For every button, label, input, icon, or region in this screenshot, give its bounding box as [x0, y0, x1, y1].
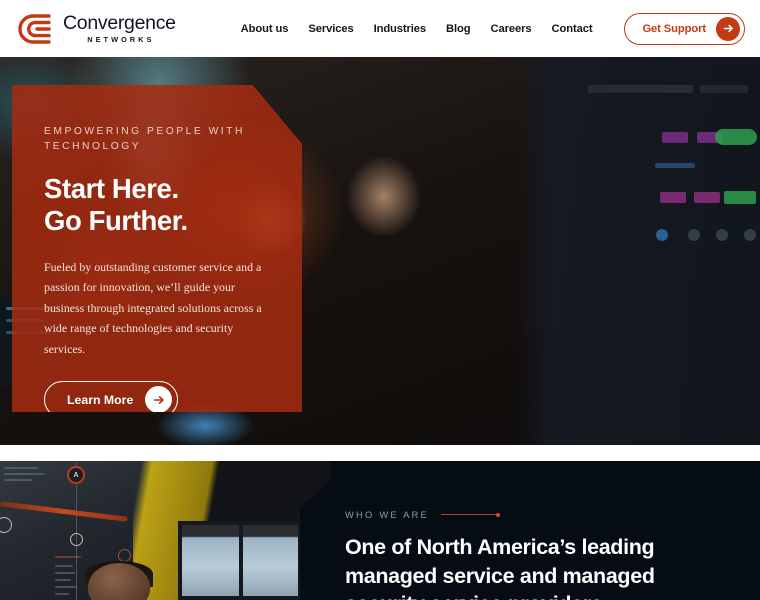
who-we-are-content: WHO WE ARE One of North America’s leadin…	[345, 509, 735, 600]
hero-title: Start Here. Go Further.	[44, 173, 270, 238]
primary-nav: About us Services Industries Blog Career…	[241, 12, 745, 45]
brand-subtitle: NETWORKS	[87, 35, 155, 45]
who-we-are-section: A WHO WE ARE One of North America’s lead…	[0, 461, 760, 600]
hero-section: EMPOWERING PEOPLE WITH TECHNOLOGY Start …	[0, 57, 760, 445]
brand-logo[interactable]: Convergence NETWORKS	[18, 12, 176, 46]
who-title-line-3: security service providers.	[345, 592, 608, 600]
get-support-label: Get Support	[642, 22, 706, 35]
brand-name: Convergence	[63, 11, 176, 34]
who-we-are-photo: A	[0, 461, 330, 600]
hero-text-overlay: EMPOWERING PEOPLE WITH TECHNOLOGY Start …	[12, 85, 302, 412]
board-node-label: A	[67, 466, 85, 484]
site-header: Convergence NETWORKS About us Services I…	[0, 0, 760, 57]
hero-title-line-2: Go Further.	[44, 205, 188, 237]
arrow-right-icon	[716, 16, 740, 41]
nav-item-about-us[interactable]: About us	[241, 23, 289, 35]
hero-eyebrow: EMPOWERING PEOPLE WITH TECHNOLOGY	[44, 126, 245, 152]
nav-item-contact[interactable]: Contact	[552, 23, 593, 35]
who-we-are-eyebrow: WHO WE ARE	[345, 509, 429, 520]
hero-title-line-1: Start Here.	[44, 172, 179, 204]
get-support-button[interactable]: Get Support	[624, 12, 745, 45]
nav-item-blog[interactable]: Blog	[446, 23, 471, 35]
arrow-right-icon	[145, 386, 173, 412]
accent-rule	[440, 512, 500, 517]
who-we-are-panel: WHO WE ARE One of North America’s leadin…	[300, 461, 760, 600]
hero-paragraph: Fueled by outstanding customer service a…	[44, 259, 262, 356]
who-title-line-2: managed service and managed	[345, 563, 655, 588]
brand-wordmark: Convergence NETWORKS	[63, 11, 176, 45]
learn-more-label: Learn More	[67, 392, 134, 407]
nav-item-careers[interactable]: Careers	[491, 23, 532, 35]
convergence-c-mark-icon	[18, 13, 51, 44]
nav-item-industries[interactable]: Industries	[374, 23, 427, 35]
page-root: Convergence NETWORKS About us Services I…	[0, 0, 760, 600]
office-window	[178, 521, 302, 600]
who-we-are-eyebrow-row: WHO WE ARE	[345, 509, 735, 520]
nav-item-services[interactable]: Services	[308, 23, 353, 35]
who-we-are-title: One of North America’s leading managed s…	[345, 533, 735, 600]
who-title-line-1: One of North America’s leading	[345, 535, 655, 559]
